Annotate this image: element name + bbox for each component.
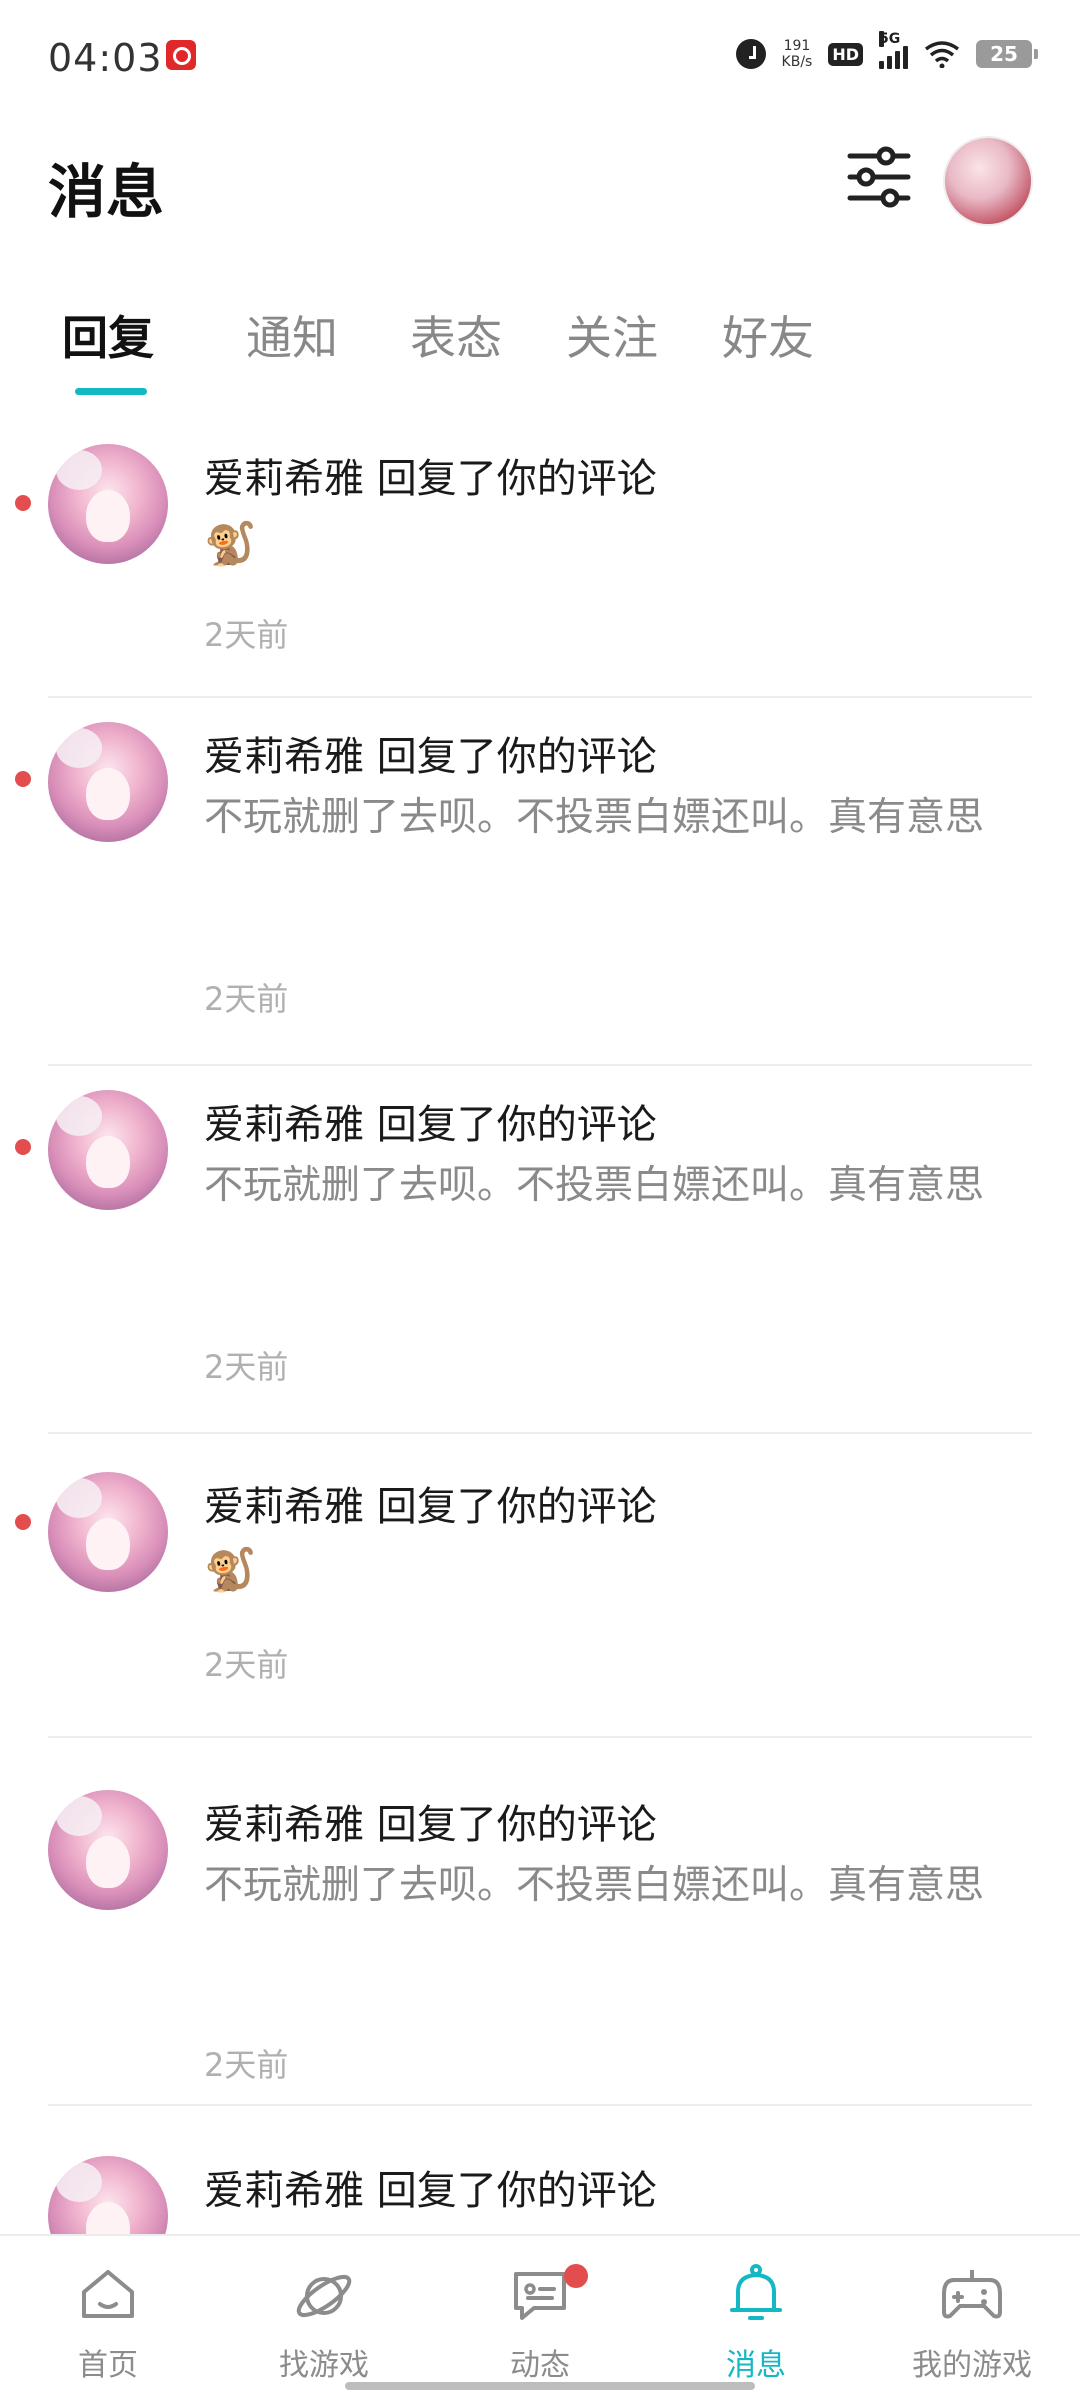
message-body: 不玩就删了去呗。不投票白嫖还叫。真有意思 [204,1863,985,1908]
message-title: 爱莉希雅 回复了你的评论 [204,2168,657,2214]
message-body: 🐒 [204,519,257,568]
tab-reply[interactable]: 回复 [62,302,154,368]
nav-my-games-label: 我的游戏 [912,2348,1032,2383]
message-tabs: 回复 通知 表态 关注 好友 [0,290,1080,400]
hd-icon: HD [828,42,863,66]
message-item[interactable]: 爱莉希雅 回复了你的评论 不玩就删了去呗。不投票白嫖还叫。真有意思 2天前 [0,698,1080,1066]
page-title: 消息 [48,158,165,226]
home-indicator[interactable] [345,2382,755,2390]
unread-dot [15,1514,31,1530]
message-body: 不玩就删了去呗。不投票白嫖还叫。真有意思 [204,795,985,840]
nav-feed[interactable]: 动态 [432,2236,648,2402]
gamepad-icon [942,2270,1002,2319]
message-title: 爱莉希雅 回复了你的评论 [204,1802,657,1848]
message-time: 2天前 [204,616,289,654]
notification-badge [564,2264,588,2288]
bottom-navigation: 首页 找游戏 动态 消息 我的游戏 [0,2234,1080,2402]
filter-settings-icon[interactable] [846,146,912,208]
message-body: 不玩就删了去呗。不投票白嫖还叫。真有意思 [204,1163,985,1208]
user-avatar[interactable] [943,136,1033,226]
network-speed-value: 191 [783,38,811,54]
unread-dot [15,495,31,511]
nav-find-games[interactable]: 找游戏 [216,2236,432,2402]
message-title: 爱莉希雅 回复了你的评论 [204,1102,657,1148]
bell-icon [730,2264,782,2320]
sender-avatar[interactable] [48,444,168,564]
alarm-icon [735,39,766,69]
network-speed: 191 KB/s [782,38,813,70]
unread-dot [15,771,31,787]
sender-avatar[interactable] [48,2156,168,2236]
message-body: 🐒 [204,1545,257,1594]
message-item[interactable]: 爱莉希雅 回复了你的评论 🐒 2天前 [0,420,1080,698]
battery-icon: 25 [976,40,1038,68]
tab-friends[interactable]: 好友 [722,302,814,368]
message-time: 2天前 [204,2046,289,2084]
message-list[interactable]: 爱莉希雅 回复了你的评论 🐒 2天前 爱莉希雅 回复了你的评论 不玩就删了去呗。… [0,420,1080,2236]
nav-my-games[interactable]: 我的游戏 [864,2236,1080,2402]
home-icon [82,2270,134,2318]
message-time: 2天前 [204,1348,289,1386]
chat-icon [514,2272,566,2320]
tab-reaction[interactable]: 表态 [410,302,502,368]
status-icons: 191 KB/s HD 5G 25 [735,31,1038,70]
message-title: 爱莉希雅 回复了你的评论 [204,1484,657,1530]
wifi-icon [924,41,960,68]
message-time: 2天前 [204,1646,289,1684]
sender-avatar[interactable] [48,1472,168,1592]
netease-music-icon [166,40,196,70]
nav-home-label: 首页 [78,2348,138,2383]
planet-icon [296,2274,352,2318]
network-speed-unit: KB/s [781,54,813,70]
message-title: 爱莉希雅 回复了你的评论 [204,734,657,780]
sender-avatar[interactable] [48,1090,168,1210]
sender-avatar[interactable] [48,722,168,842]
nav-home[interactable]: 首页 [0,2236,216,2402]
message-title: 爱莉希雅 回复了你的评论 [204,456,657,502]
message-time: 2天前 [204,980,289,1018]
message-item[interactable]: 爱莉希雅 回复了你的评论 [0,2106,1080,2236]
network-type-label: 5G [879,31,901,47]
tab-notification[interactable]: 通知 [246,302,338,368]
sender-avatar[interactable] [48,1790,168,1910]
unread-dot [15,1139,31,1155]
status-bar: 04:03 191 KB/s HD 5G 25 [0,0,1080,118]
status-time: 04:03 [48,36,163,80]
tab-follow[interactable]: 关注 [566,302,658,368]
nav-feed-label: 动态 [510,2348,570,2383]
active-tab-indicator [75,388,147,395]
message-item[interactable]: 爱莉希雅 回复了你的评论 🐒 2天前 [0,1434,1080,1738]
nav-messages-label: 消息 [726,2348,786,2383]
message-item[interactable]: 爱莉希雅 回复了你的评论 不玩就删了去呗。不投票白嫖还叫。真有意思 2天前 [0,1738,1080,2106]
nav-messages[interactable]: 消息 [648,2236,864,2402]
signal-icon: 5G [879,31,908,69]
message-item[interactable]: 爱莉希雅 回复了你的评论 不玩就删了去呗。不投票白嫖还叫。真有意思 2天前 [0,1066,1080,1434]
nav-find-games-label: 找游戏 [279,2348,369,2383]
